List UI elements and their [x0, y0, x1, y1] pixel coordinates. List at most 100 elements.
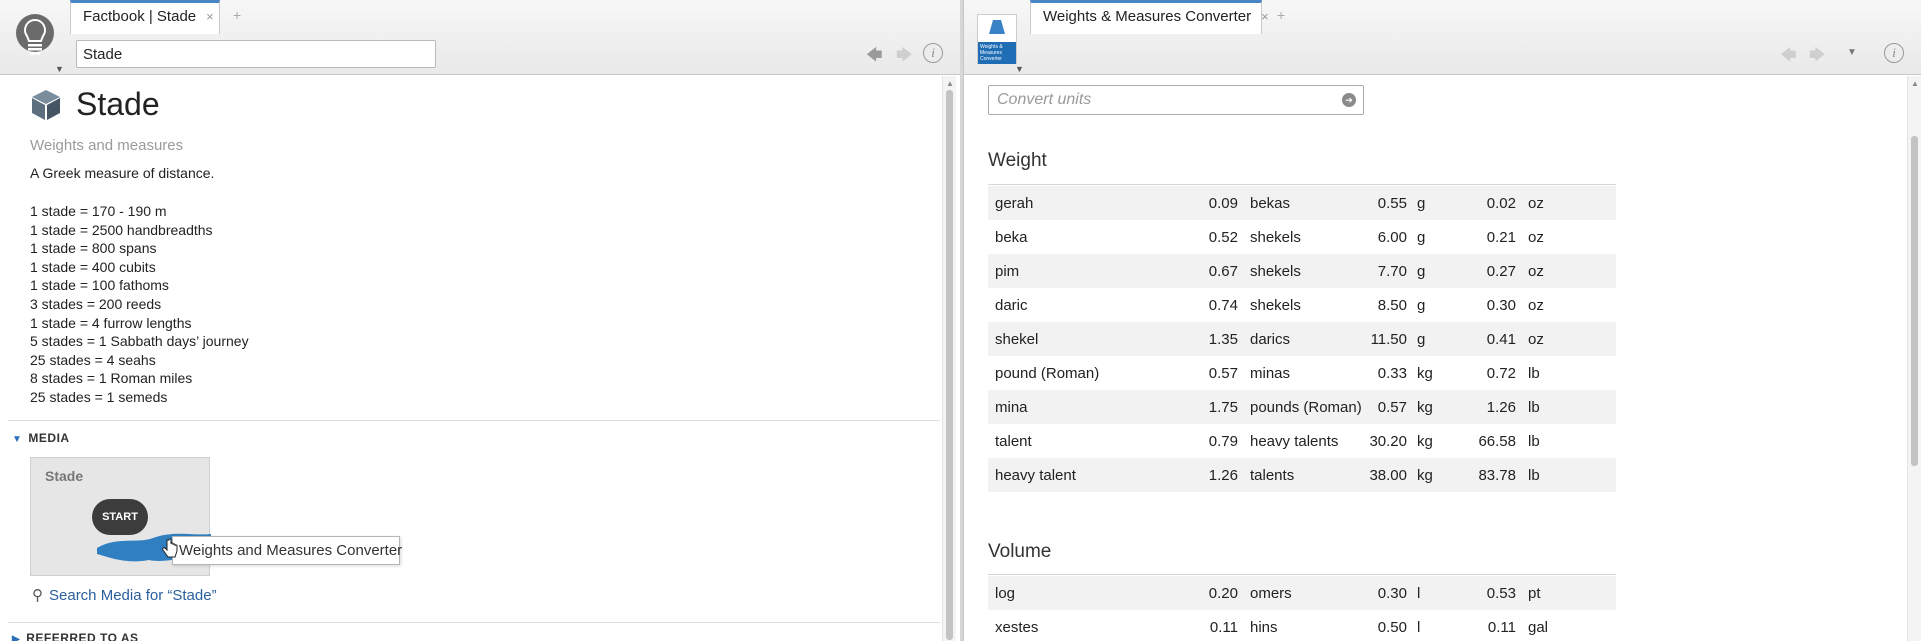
tab-weights-measures-converter[interactable]: Weights & Measures Converter × — [1030, 0, 1269, 34]
menu-caret-icon[interactable]: ▼ — [1847, 47, 1857, 58]
volume-table: log 0.20 omers 0.30 l 0.53 pt xestes 0.11 hins 0.5… — [988, 576, 1616, 641]
unit-row[interactable]: heavy talent 1.26 talents 38.00 kg 83.78 lb — [988, 458, 1616, 492]
unit-name: talent — [995, 432, 1032, 450]
unit-row[interactable]: pim 0.67 shekels 7.70 g 0.27 oz — [988, 254, 1616, 288]
hand-cursor-icon — [162, 538, 178, 558]
metric-value: 38.00 — [1367, 458, 1407, 492]
ratio-value: 0.67 — [1178, 254, 1238, 288]
app-menu-caret-icon[interactable]: ▼ — [1015, 64, 1024, 74]
ratio-unit: bekas — [1238, 186, 1367, 220]
metric-value: 6.00 — [1377, 228, 1407, 246]
weight-heading: Weight — [988, 150, 1047, 171]
metric-unit: kg — [1417, 364, 1433, 382]
new-tab-button[interactable]: + — [1277, 7, 1285, 23]
fact-line: 1 stade = 100 fathoms — [30, 277, 169, 294]
metric-value: 0.33 — [1377, 364, 1407, 382]
scrollbar[interactable]: ▲ — [1907, 76, 1921, 641]
metric-unit: g — [1407, 254, 1469, 288]
app-menu-caret-icon[interactable]: ▼ — [55, 64, 64, 74]
unit-row[interactable]: mina 1.75 pounds (Roman) 0.57 kg 1.26 lb — [988, 390, 1616, 424]
unit-row[interactable]: gerah 0.09 bekas 0.55 g 0.02 oz — [988, 186, 1616, 220]
imperial-value: 0.72 — [1486, 364, 1516, 382]
fact-line: 3 stades = 200 reeds — [30, 295, 162, 312]
info-icon[interactable]: i — [923, 43, 943, 63]
media-section-header[interactable]: ▼ MEDIA — [12, 431, 70, 445]
converter-content: ➔ Weight gerah0.09bekas0.55g0.02ozbeka0.… — [964, 76, 1921, 641]
search-media-link[interactable]: ⚲ Search Media for “Stade” — [32, 586, 217, 604]
tab-label: Factbook | Stade — [83, 8, 197, 25]
unit-name: pound (Roman) — [995, 364, 1100, 382]
converter-app-icon[interactable]: Weights & Measures Converter — [977, 14, 1017, 64]
unit-name: mina — [988, 390, 1178, 424]
forward-arrow-icon[interactable]: 🡆 — [1809, 44, 1826, 71]
metric-unit: l — [1407, 576, 1469, 610]
section-divider — [8, 622, 940, 623]
volume-heading: Volume — [988, 541, 1052, 562]
start-button[interactable]: START — [92, 499, 148, 535]
metric-unit: kg — [1417, 432, 1433, 450]
ratio-value: 0.57 — [1208, 364, 1238, 382]
new-tab-button[interactable]: + — [233, 7, 241, 23]
convert-units-input[interactable] — [997, 87, 1327, 113]
ratio-value: 0.74 — [1208, 296, 1238, 314]
article-title: Stade — [76, 86, 160, 122]
unit-row[interactable]: shekel 1.35 darics 11.50 g 0.41 oz — [988, 322, 1616, 356]
converter-header: Weights & Measures Converter ▼ Weights &… — [964, 0, 1921, 75]
tooltip: Weights and Measures Converter — [172, 536, 402, 565]
metric-value: 30.20 — [1369, 432, 1407, 450]
fact-line: 1 stade = 170 - 190 m — [30, 203, 167, 219]
ratio-unit: minas — [1250, 364, 1291, 382]
imperial-value: 0.41 — [1469, 322, 1516, 356]
imperial-value: 0.53 — [1469, 576, 1516, 610]
metric-unit: kg — [1407, 390, 1469, 424]
search-icon: ⚲ — [32, 587, 43, 604]
referred-section-header[interactable]: ▶ REFERRED TO AS — [12, 631, 139, 641]
unit-name: shekel — [988, 322, 1178, 356]
metric-unit: g — [1407, 322, 1469, 356]
lightbulb-app-icon[interactable] — [14, 12, 56, 66]
unit-row[interactable]: log 0.20 omers 0.30 l 0.53 pt — [988, 576, 1616, 610]
metric-unit: l — [1417, 618, 1421, 636]
metric-unit: g — [1417, 228, 1426, 246]
unit-name: pim — [988, 254, 1178, 288]
ratio-value: 1.26 — [1178, 458, 1238, 492]
unit-row[interactable]: daric 0.74 shekels 8.50 g 0.30 oz — [988, 288, 1616, 322]
factbook-header: ▼ Factbook | Stade × + 🡄 🡆 i — [0, 0, 960, 75]
app-icon-caption: Weights & Measures Converter — [978, 42, 1016, 64]
close-tab-icon[interactable]: × — [206, 9, 214, 24]
scroll-up-icon[interactable]: ▲ — [946, 79, 954, 88]
scroll-thumb[interactable] — [946, 90, 953, 640]
imperial-unit: oz — [1516, 322, 1616, 356]
unit-row[interactable]: talent 0.79 heavy talents 30.20 kg 66.58 lb — [988, 424, 1616, 458]
unit-row[interactable]: pound (Roman) 0.57 minas 0.33 kg 0.72 lb — [988, 356, 1616, 390]
address-input[interactable] — [76, 40, 436, 68]
ratio-unit: heavy talents — [1250, 432, 1339, 450]
ratio-unit: darics — [1238, 322, 1367, 356]
ratio-value: 0.79 — [1208, 432, 1238, 450]
expand-caret-icon: ▼ — [12, 434, 23, 445]
imperial-value: 0.21 — [1486, 228, 1516, 246]
go-arrow-icon[interactable]: ➔ — [1342, 93, 1356, 107]
info-icon[interactable]: i — [1884, 43, 1904, 63]
tab-factbook-stade[interactable]: Factbook | Stade × — [70, 0, 220, 34]
search-media-label: Search Media for “Stade” — [49, 587, 217, 604]
imperial-unit: lb — [1528, 364, 1540, 382]
media-thumb-label: Stade — [45, 468, 84, 484]
unit-row[interactable]: xestes 0.11 hins 0.50 l 0.11 gal — [988, 610, 1616, 641]
unit-name: heavy talent — [988, 458, 1178, 492]
imperial-value: 0.27 — [1469, 254, 1516, 288]
imperial-value: 66.58 — [1478, 432, 1516, 450]
scroll-thumb[interactable] — [1911, 136, 1918, 466]
imperial-unit: oz — [1516, 186, 1616, 220]
unit-row[interactable]: beka 0.52 shekels 6.00 g 0.21 oz — [988, 220, 1616, 254]
scrollbar[interactable]: ▲ — [942, 76, 956, 641]
imperial-value: 0.30 — [1486, 296, 1516, 314]
scroll-up-icon[interactable]: ▲ — [1911, 79, 1919, 88]
forward-arrow-icon[interactable]: 🡆 — [896, 44, 913, 71]
close-tab-icon[interactable]: × — [1261, 9, 1269, 24]
cube-icon — [32, 90, 60, 120]
imperial-value: 0.02 — [1469, 186, 1516, 220]
back-arrow-icon[interactable]: 🡄 — [1780, 44, 1797, 71]
facts-list: 1 stade = 170 - 190 m 1 stade = 2500 han… — [30, 202, 249, 407]
back-arrow-icon[interactable]: 🡄 — [866, 44, 883, 71]
